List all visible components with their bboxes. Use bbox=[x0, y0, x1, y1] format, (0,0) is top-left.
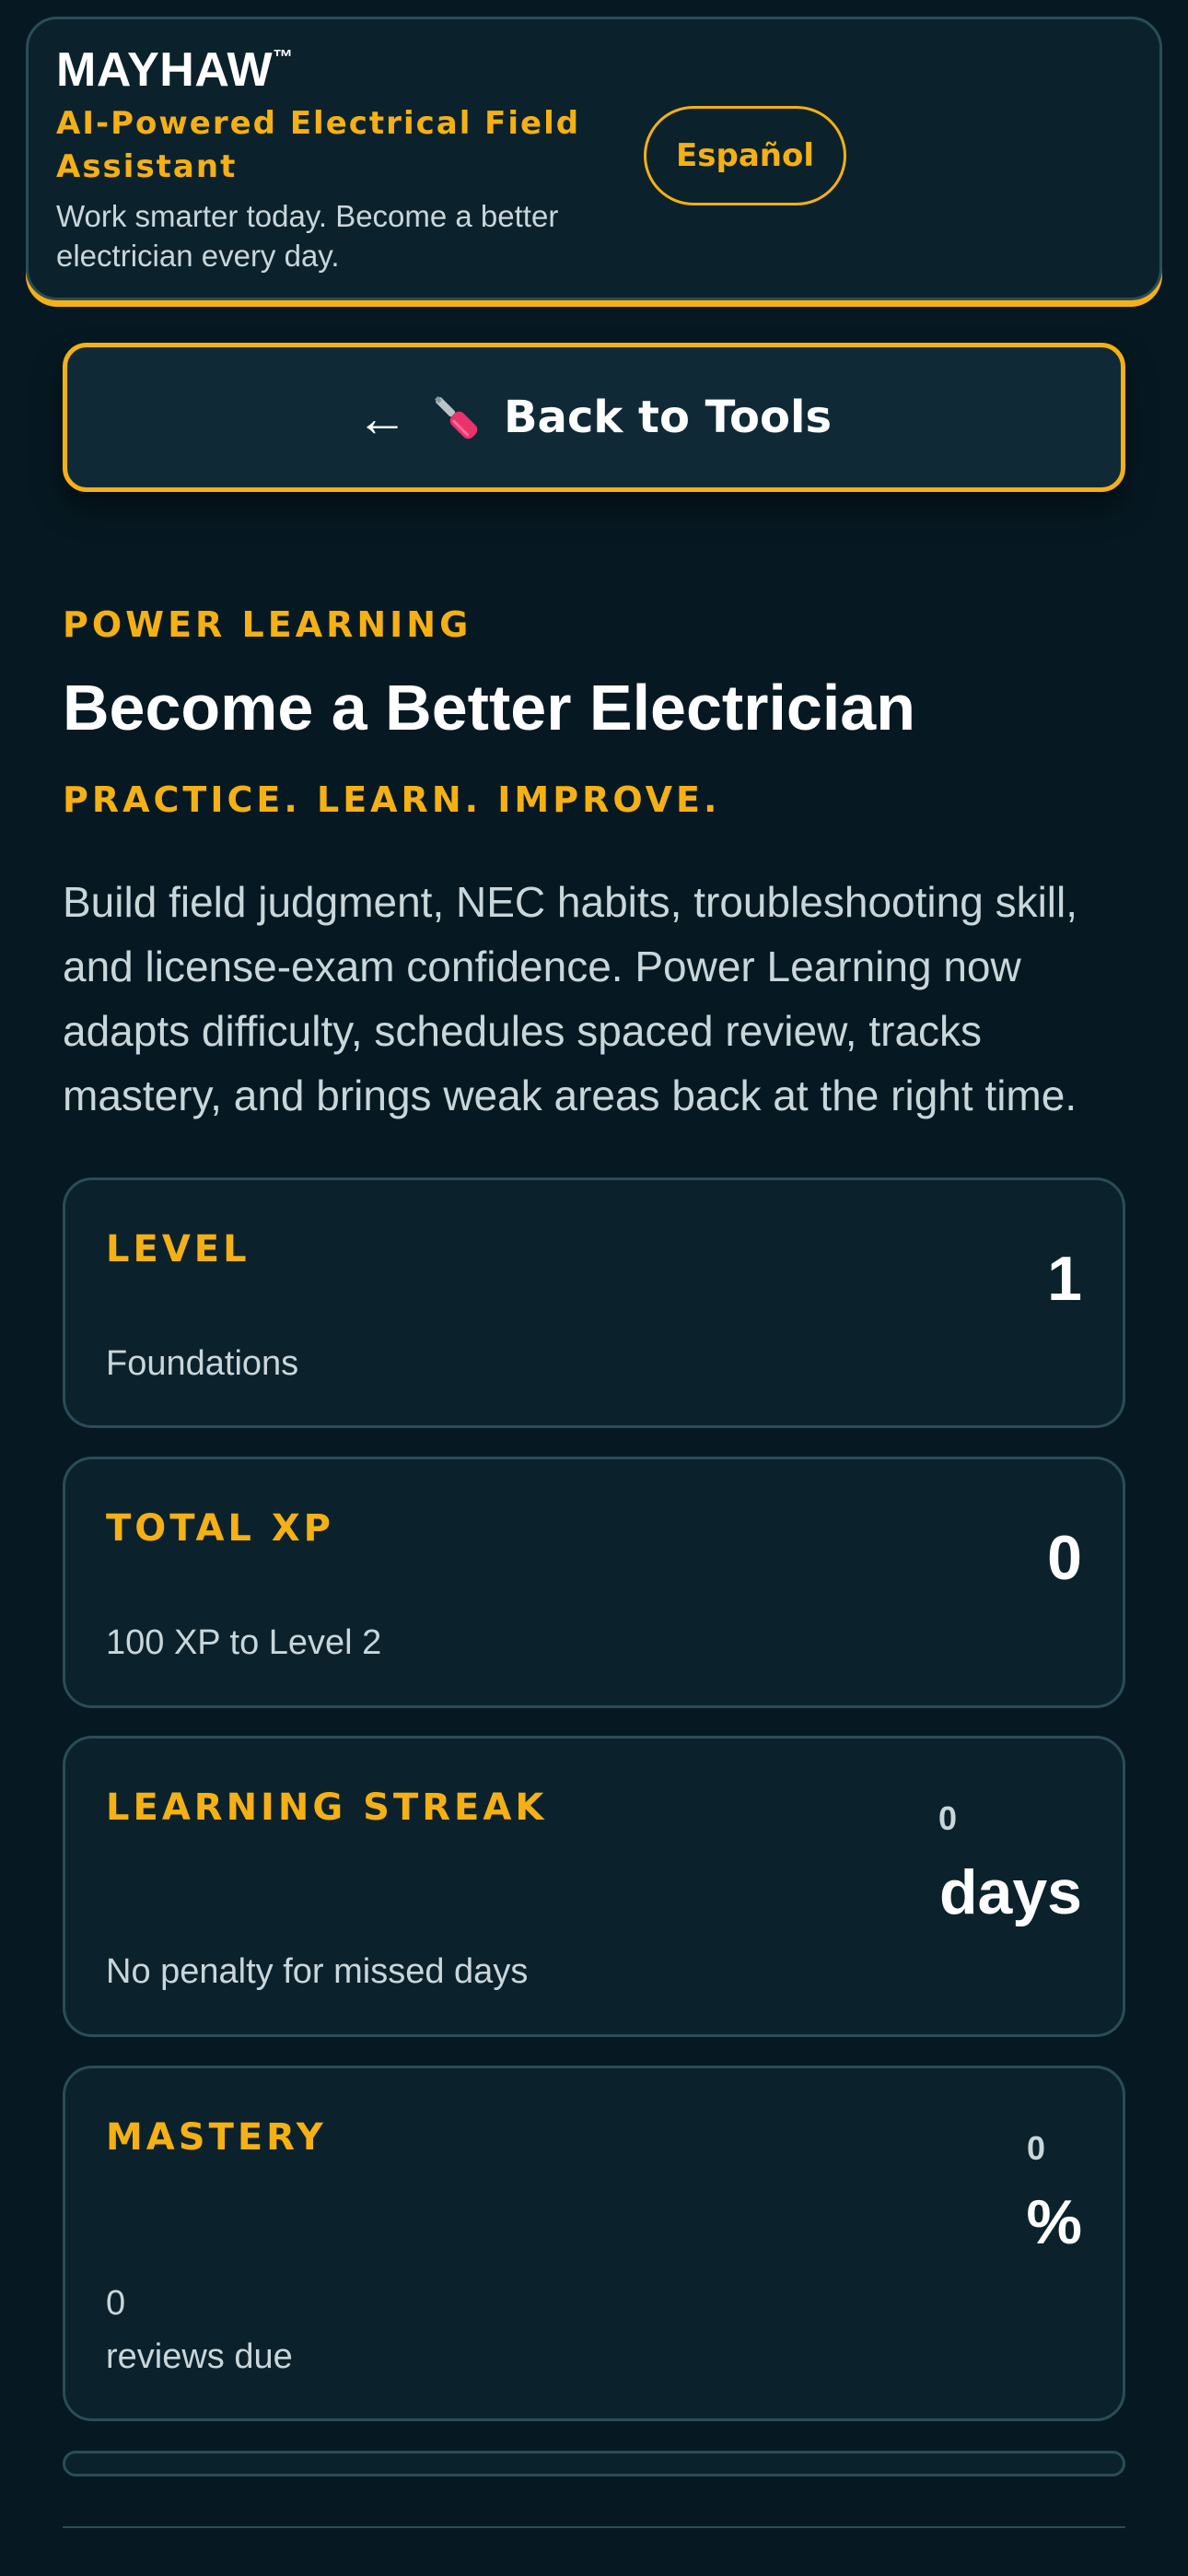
level-card: LEVEL 1 Foundations bbox=[63, 1177, 1125, 1428]
xp-label: TOTAL XP bbox=[106, 1507, 334, 1550]
section-motto: PRACTICE. LEARN. IMPROVE. bbox=[63, 779, 721, 820]
screwdriver-icon bbox=[434, 396, 478, 439]
mastery-card: MASTERY 0 % 0 reviews due bbox=[63, 2066, 1125, 2421]
brand-tagline: AI-Powered Electrical Field Assistant bbox=[56, 105, 581, 185]
streak-unit: days bbox=[939, 1857, 1082, 1927]
level-name: Foundations bbox=[106, 1344, 299, 1383]
level-value: 1 bbox=[1047, 1244, 1082, 1314]
brand-name: MAYHAW bbox=[56, 43, 274, 97]
left-arrow-icon: ← bbox=[355, 388, 408, 447]
section-description: Build field judgment, NEC habits, troubl… bbox=[63, 878, 1078, 1119]
xp-to-next-level: 100 XP to Level 2 bbox=[106, 1623, 382, 1662]
streak-card: LEARNING STREAK 0 days No penalty for mi… bbox=[63, 1736, 1125, 2037]
reviews-due-count: 0 bbox=[106, 2284, 126, 2323]
streak-label: LEARNING STREAK bbox=[106, 1786, 548, 1829]
back-to-tools-label: Back to Tools bbox=[503, 392, 833, 443]
next-card-partial bbox=[63, 2451, 1125, 2476]
section-divider bbox=[63, 2526, 1125, 2528]
trademark-symbol: ™ bbox=[273, 44, 294, 68]
mastery-value: 0 bbox=[1027, 2129, 1046, 2167]
level-label: LEVEL bbox=[106, 1228, 250, 1270]
streak-value: 0 bbox=[938, 1799, 958, 1837]
app-header: MAYHAW™ AI-Powered Electrical Field Assi… bbox=[26, 17, 1162, 300]
brand-subtitle: Work smarter today. Become a better elec… bbox=[56, 199, 559, 273]
xp-value: 0 bbox=[1047, 1523, 1082, 1593]
xp-card: TOTAL XP 0 100 XP to Level 2 bbox=[63, 1457, 1125, 1708]
reviews-due-label: reviews due bbox=[106, 2337, 293, 2376]
section-eyebrow: POWER LEARNING bbox=[63, 604, 472, 645]
mastery-label: MASTERY bbox=[106, 2116, 327, 2159]
back-to-tools-button[interactable]: ← Back to Tools bbox=[63, 343, 1125, 492]
streak-note: No penalty for missed days bbox=[106, 1952, 529, 1991]
mastery-unit: % bbox=[1026, 2187, 1082, 2257]
language-toggle-button[interactable]: Español bbox=[644, 106, 846, 205]
brand-logo: MAYHAW™ bbox=[56, 42, 294, 98]
page-title: Become a Better Electrician bbox=[63, 672, 915, 744]
